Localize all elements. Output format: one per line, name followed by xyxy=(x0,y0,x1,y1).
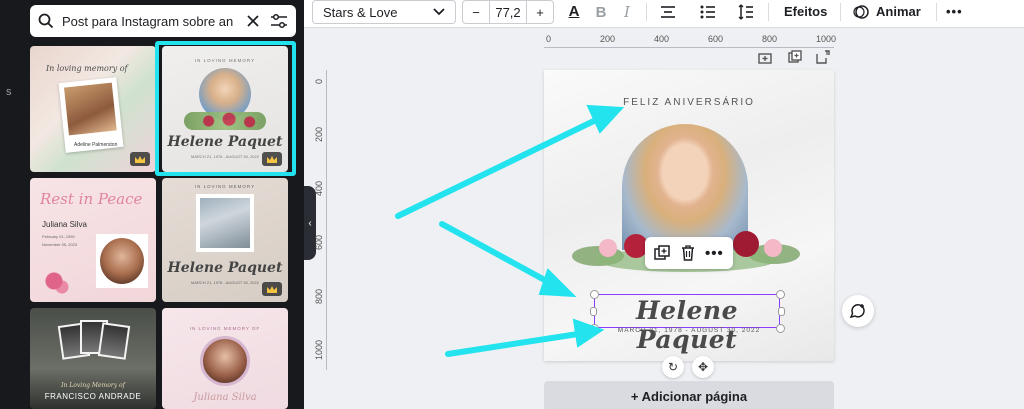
portrait-photo xyxy=(196,194,254,252)
add-page-icon[interactable] xyxy=(816,50,830,64)
spacing-button[interactable] xyxy=(736,2,756,22)
polaroid-photo xyxy=(97,322,131,360)
selected-template-highlight xyxy=(155,41,296,176)
move-icon[interactable]: ✥ xyxy=(692,356,714,378)
bold-button[interactable]: B xyxy=(592,2,610,22)
resize-handle[interactable] xyxy=(590,307,597,316)
effects-button[interactable]: Efeitos xyxy=(784,4,827,19)
italic-button[interactable]: I xyxy=(618,2,636,22)
duplicate-icon[interactable] xyxy=(654,245,670,261)
crown-icon xyxy=(130,152,150,166)
filter-icon[interactable] xyxy=(270,13,288,29)
lock-page-icon[interactable] xyxy=(758,50,772,64)
flower-decoration xyxy=(34,266,74,296)
template-card-4[interactable]: IN LOVING MEMORY Helene Paquet MARCH 21,… xyxy=(162,178,288,302)
line-spacing-icon xyxy=(738,4,753,20)
template-card-5[interactable]: In Loving Memory of FRANCISCO ANDRADE xyxy=(30,308,156,409)
resize-handle[interactable] xyxy=(776,324,785,333)
search-input[interactable]: Post para Instagram sobre an xyxy=(62,14,246,29)
element-context-menu: ••• xyxy=(645,237,733,269)
close-icon[interactable] xyxy=(246,14,260,28)
list-icon xyxy=(700,5,715,19)
text-toolbar: Stars & Love − 77,2 + A B I Efeitos Anim… xyxy=(304,0,1024,28)
top-ruler: 0 200 400 600 800 1000 xyxy=(544,34,844,48)
align-center-button[interactable] xyxy=(658,2,678,22)
font-size-stepper[interactable]: − 77,2 + xyxy=(462,0,554,24)
template-card-1[interactable]: In loving memory of Adeline Palmerston xyxy=(30,46,156,172)
template-card-6[interactable]: IN LOVING MEMORY OF Juliana Silva xyxy=(162,308,288,409)
duplicate-page-icon[interactable] xyxy=(788,50,802,64)
design-page[interactable]: FELIZ ANIVERSÁRIO Helene Paquet MARCH 21… xyxy=(544,70,834,361)
more-options-button[interactable]: ••• xyxy=(705,245,724,262)
resize-handle[interactable] xyxy=(590,290,599,299)
template-card-3[interactable]: Rest in Peace Juliana Silva February 01,… xyxy=(30,178,156,302)
animate-button[interactable]: Animar xyxy=(876,4,921,19)
decrease-size-button[interactable]: − xyxy=(463,1,489,23)
animate-icon[interactable] xyxy=(852,2,870,22)
search-bar[interactable]: Post para Instagram sobre an xyxy=(30,5,296,37)
more-options-button[interactable]: ••• xyxy=(946,4,963,19)
resize-handle[interactable] xyxy=(776,290,785,299)
portrait-photo xyxy=(200,336,250,386)
text-color-button[interactable]: A xyxy=(564,2,584,22)
comment-add-icon xyxy=(849,304,865,319)
selected-text-box[interactable]: Helene Paquet xyxy=(594,294,780,354)
left-rail: s xyxy=(0,0,22,409)
resize-handle[interactable] xyxy=(778,307,785,316)
trash-icon[interactable] xyxy=(681,245,695,261)
crown-icon xyxy=(262,282,282,296)
search-icon xyxy=(38,13,54,29)
templates-panel: Post para Instagram sobre an In loving m… xyxy=(22,0,304,409)
align-center-icon xyxy=(661,6,675,18)
add-page-button[interactable]: + Adicionar página xyxy=(544,381,834,409)
left-ruler: 0 200 400 600 800 1000 xyxy=(304,70,328,390)
dates-text[interactable]: MARCH 21, 1978 - AUGUST 30, 2022 xyxy=(544,327,834,334)
font-dropdown[interactable]: Stars & Love xyxy=(312,0,456,24)
resize-handle[interactable] xyxy=(590,324,599,333)
font-size-input[interactable]: 77,2 xyxy=(489,1,527,23)
chevron-down-icon xyxy=(433,8,445,16)
name-text[interactable]: Helene Paquet xyxy=(595,296,779,354)
portrait-photo xyxy=(96,234,148,288)
rotate-icon[interactable]: ↻ xyxy=(662,356,684,378)
add-comment-button[interactable] xyxy=(842,295,874,327)
increase-size-button[interactable]: + xyxy=(527,1,553,23)
list-button[interactable] xyxy=(698,2,718,22)
greeting-text[interactable]: FELIZ ANIVERSÁRIO xyxy=(544,97,834,108)
